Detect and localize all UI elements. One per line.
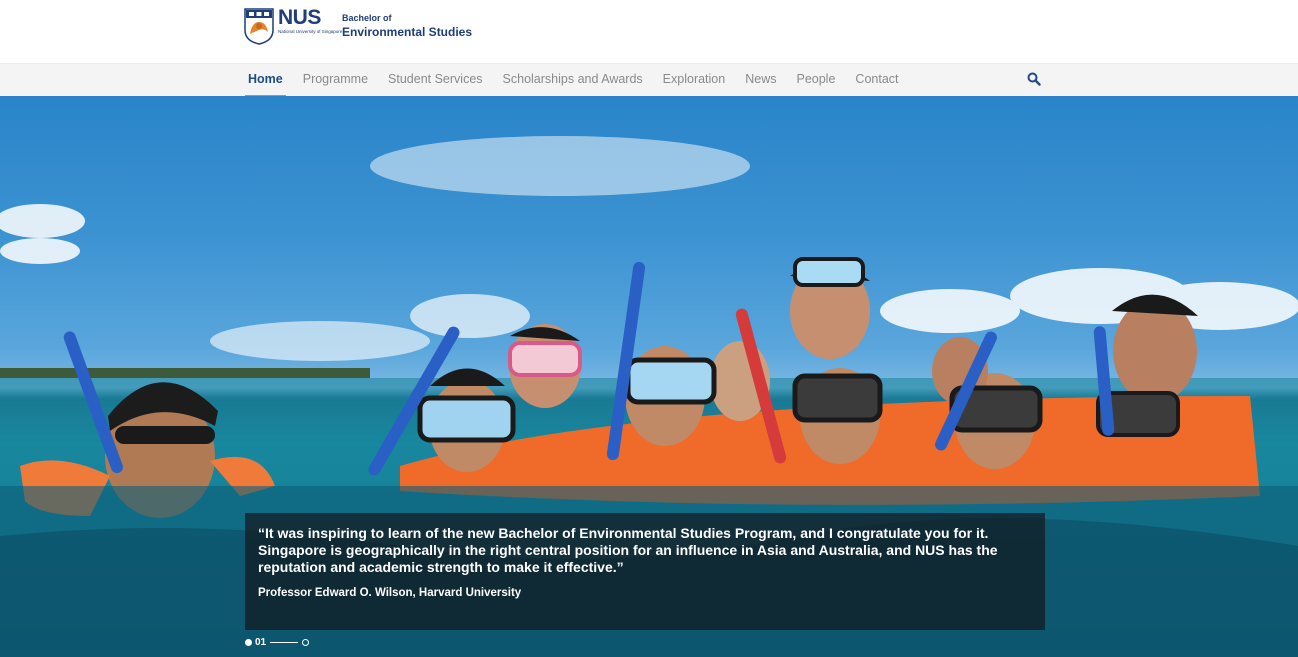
slide-dot-next[interactable] bbox=[302, 638, 310, 646]
nav-item-home[interactable]: Home bbox=[245, 64, 286, 97]
testimonial-caption: “It was inspiring to learn of the new Ba… bbox=[245, 513, 1045, 630]
program-title[interactable]: Bachelor of Environmental Studies bbox=[342, 13, 472, 40]
nus-logo[interactable]: NUS National University of Singapore bbox=[244, 6, 343, 46]
nav-item-people[interactable]: People bbox=[793, 64, 838, 97]
nav-item-programme[interactable]: Programme bbox=[300, 64, 371, 97]
nav-item-student-services[interactable]: Student Services bbox=[385, 64, 486, 97]
site-header: NUS National University of Singapore Bac… bbox=[0, 0, 1298, 63]
logo-text: NUS bbox=[278, 6, 321, 29]
program-title-line2: Environmental Studies bbox=[342, 25, 473, 39]
testimonial-quote: “It was inspiring to learn of the new Ba… bbox=[258, 525, 998, 575]
slide-dot-active[interactable] bbox=[245, 638, 252, 646]
main-nav: Home Programme Student Services Scholars… bbox=[0, 63, 1298, 97]
slider-pager: 01 bbox=[245, 636, 310, 648]
testimonial-author: Professor Edward O. Wilson, Harvard Univ… bbox=[258, 587, 522, 599]
hero-slider[interactable]: “It was inspiring to learn of the new Ba… bbox=[0, 96, 1298, 657]
nav-item-contact[interactable]: Contact bbox=[852, 64, 901, 97]
nus-crest-icon bbox=[244, 8, 274, 45]
nav-item-news[interactable]: News bbox=[742, 64, 779, 97]
slide-progress-line bbox=[270, 641, 299, 643]
nav-item-scholarships[interactable]: Scholarships and Awards bbox=[500, 64, 646, 97]
slide-number: 01 bbox=[255, 636, 267, 648]
nav-item-exploration[interactable]: Exploration bbox=[660, 64, 729, 97]
logo-subtext: National University of Singapore bbox=[278, 29, 343, 34]
search-icon[interactable] bbox=[1027, 72, 1041, 86]
program-title-line1: Bachelor of bbox=[342, 13, 392, 23]
